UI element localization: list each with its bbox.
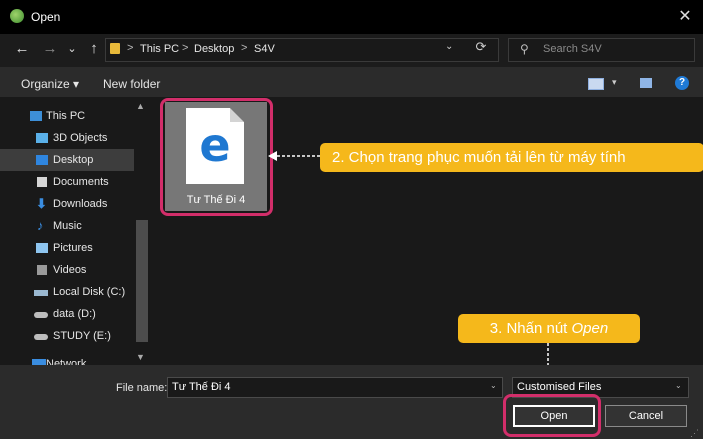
sidebar-item-label: data (D:) — [53, 308, 96, 320]
search-icon: ⚲ — [520, 42, 529, 56]
sidebar-item-label: 3D Objects — [53, 132, 108, 144]
search-placeholder: Search S4V — [543, 43, 602, 55]
sidebar-item-study-e[interactable]: STUDY (E:) — [0, 325, 134, 347]
sidebar-item-label: Local Disk (C:) — [53, 286, 126, 298]
music-icon: ♪ — [37, 218, 44, 233]
sidebar-item-pictures[interactable]: Pictures — [0, 237, 134, 259]
sidebar-item-label: Network — [46, 358, 87, 365]
breadcrumb-this-pc[interactable]: This PC — [140, 43, 179, 55]
sidebar-item-label: Videos — [53, 264, 87, 276]
folder-icon — [110, 43, 120, 54]
view-dropdown-icon[interactable]: ▾ — [612, 77, 617, 88]
sidebar-item-music[interactable]: ♪ Music — [0, 215, 134, 237]
breadcrumb-separator: > — [182, 42, 189, 54]
file-name-label: File name: — [116, 382, 168, 394]
videos-icon — [37, 265, 47, 275]
view-options-icon[interactable] — [588, 78, 604, 90]
highlight-box-file — [160, 98, 273, 216]
breadcrumb-desktop[interactable]: Desktop — [194, 43, 234, 55]
preview-pane-icon[interactable] — [640, 78, 652, 88]
chevron-down-icon[interactable]: ⌄ — [490, 381, 497, 390]
highlight-box-open — [503, 394, 601, 437]
callout-step-3-emphasis: Open — [571, 320, 609, 337]
window-title: Open — [31, 10, 61, 24]
file-type-value[interactable]: Customised Files — [517, 381, 601, 393]
download-icon: ⬇ — [36, 196, 47, 211]
sidebar-item-data-d[interactable]: data (D:) — [0, 303, 134, 325]
cube-icon — [36, 133, 48, 143]
up-button[interactable]: ↑ — [84, 38, 104, 60]
title-bar — [0, 0, 703, 34]
sidebar-item-label: Music — [53, 220, 82, 232]
desktop-icon — [36, 155, 48, 165]
pc-icon — [30, 111, 42, 121]
scroll-up-icon[interactable]: ▲ — [136, 101, 145, 111]
sidebar-item-documents[interactable]: Documents — [0, 171, 134, 193]
sidebar-item-label: Documents — [53, 176, 109, 188]
sidebar-item-network[interactable]: Network — [0, 347, 134, 365]
scroll-down-icon[interactable]: ▼ — [136, 352, 145, 362]
organize-button[interactable]: Organize ▾ — [21, 77, 79, 91]
file-name-value[interactable]: Tư Thế Đi 4 — [172, 381, 231, 393]
help-icon[interactable]: ? — [675, 76, 689, 90]
pictures-icon — [36, 243, 48, 253]
back-button[interactable]: ← — [12, 38, 32, 60]
sidebar-item-label: Pictures — [53, 242, 93, 254]
documents-icon — [37, 177, 47, 187]
chevron-down-icon[interactable]: ⌄ — [675, 381, 682, 390]
chevron-down-icon[interactable]: ⌄ — [445, 41, 453, 52]
breadcrumb-s4v[interactable]: S4V — [254, 43, 275, 55]
sidebar-item-this-pc[interactable]: This PC — [0, 105, 134, 127]
drive-icon — [34, 290, 48, 296]
sidebar-item-videos[interactable]: Videos — [0, 259, 134, 281]
sidebar-item-label: STUDY (E:) — [53, 330, 111, 342]
forward-button[interactable]: → — [40, 38, 60, 60]
sidebar-item-downloads[interactable]: ⬇ Downloads — [0, 193, 134, 215]
close-button[interactable]: ✕ — [672, 5, 698, 29]
breadcrumb-separator: > — [127, 42, 134, 54]
refresh-button[interactable]: ⟳ — [472, 39, 490, 59]
drive-icon — [34, 334, 48, 340]
callout-step-3: 3. Nhấn nút Open — [458, 314, 640, 343]
sidebar-item-label: This PC — [46, 110, 86, 122]
arrow-left-icon — [268, 151, 320, 161]
sidebar-item-label: Downloads — [53, 198, 108, 210]
breadcrumb-separator: > — [241, 42, 248, 54]
new-folder-button[interactable]: New folder — [103, 77, 160, 91]
sidebar-item-desktop[interactable]: Desktop — [0, 149, 134, 171]
drive-icon — [34, 312, 48, 318]
resize-grip-icon[interactable]: ⋰ — [690, 428, 699, 439]
recent-locations-button[interactable]: ⌄ — [62, 38, 82, 60]
sidebar-item-3d-objects[interactable]: 3D Objects — [0, 127, 134, 149]
callout-step-3-text: 3. Nhấn nút — [489, 320, 572, 337]
cancel-button[interactable]: Cancel — [605, 405, 687, 427]
sidebar-item-local-disk-c[interactable]: Local Disk (C:) — [0, 281, 134, 303]
callout-step-2: 2. Chọn trang phục muốn tải lên từ máy t… — [320, 143, 703, 172]
scrollbar-thumb[interactable] — [136, 220, 148, 342]
sidebar-item-label: Desktop — [53, 154, 94, 166]
app-icon — [10, 9, 24, 23]
